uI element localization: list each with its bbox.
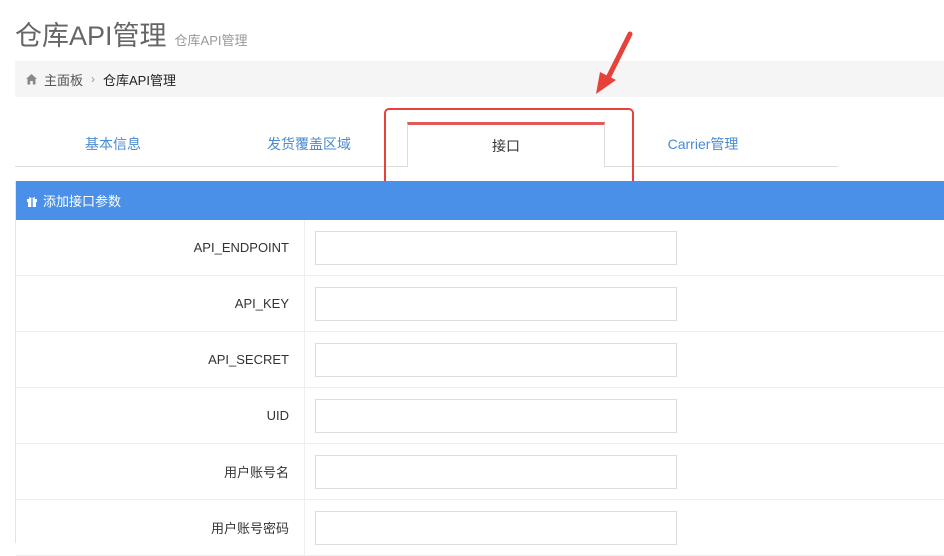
- page-title: 仓库API管理 仓库API管理: [15, 14, 248, 53]
- form-row-username: 用户账号名: [16, 444, 944, 500]
- chevron-right-icon: ›: [91, 72, 96, 86]
- form-row-api-secret: API_SECRET: [16, 332, 944, 388]
- field-cell: [304, 220, 677, 275]
- field-label: API_KEY: [234, 296, 289, 311]
- username-input[interactable]: [315, 454, 677, 489]
- api-endpoint-input[interactable]: [315, 230, 677, 265]
- field-cell: [304, 332, 677, 387]
- form-row-api-key: API_KEY: [16, 276, 944, 332]
- field-cell: [304, 444, 677, 499]
- field-cell: [304, 500, 677, 555]
- annotation-highlight-box: [384, 108, 634, 186]
- tab-basic-info[interactable]: 基本信息: [15, 122, 211, 166]
- page-subtitle: 仓库API管理: [174, 33, 248, 48]
- password-input[interactable]: [315, 510, 677, 545]
- form-row-api-endpoint: API_ENDPOINT: [16, 220, 944, 276]
- form-row-uid: UID: [16, 388, 944, 444]
- panel-title: 添加接口参数: [43, 194, 122, 209]
- uid-input[interactable]: [315, 398, 677, 433]
- field-label: UID: [266, 408, 289, 423]
- field-label: 用户账号名: [223, 465, 289, 480]
- field-label: API_ENDPOINT: [193, 240, 289, 255]
- api-secret-input[interactable]: [315, 342, 677, 377]
- annotation-arrow-icon: [596, 31, 633, 94]
- tab-carrier-management[interactable]: Carrier管理: [605, 122, 801, 166]
- form-row-password: 用户账号密码: [16, 500, 944, 556]
- field-cell: [304, 276, 677, 331]
- panel-header: 添加接口参数: [16, 181, 944, 220]
- field-cell: [304, 388, 677, 443]
- tab-shipping-coverage[interactable]: 发货覆盖区域: [211, 122, 407, 166]
- breadcrumb-current: 仓库API管理: [103, 72, 176, 88]
- home-icon: [25, 73, 38, 86]
- api-key-input[interactable]: [315, 286, 677, 321]
- breadcrumb: 主面板 › 仓库API管理: [15, 61, 944, 97]
- gift-icon: [26, 195, 38, 207]
- field-label: 用户账号密码: [210, 521, 289, 536]
- interface-params-panel: 添加接口参数 API_ENDPOINT API_KEY API_SECRET U…: [15, 181, 944, 556]
- page-title-text: 仓库API管理: [15, 21, 167, 51]
- breadcrumb-dashboard-link[interactable]: 主面板: [44, 70, 83, 89]
- field-label: API_SECRET: [208, 352, 289, 367]
